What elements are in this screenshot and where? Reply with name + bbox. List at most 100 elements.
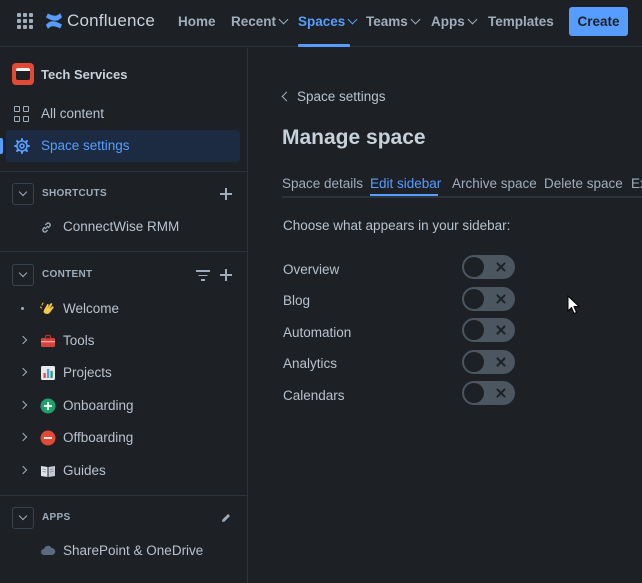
sidebar-options-prompt: Choose what appears in your sidebar: — [283, 218, 511, 233]
top-navigation: Confluence Home Recent Spaces Teams Apps… — [0, 0, 642, 47]
sidebar: Tech Services All content Space settings… — [0, 48, 248, 583]
chevron-right-icon[interactable] — [18, 400, 28, 410]
toggle-knob — [464, 289, 484, 309]
pencil-icon[interactable] — [220, 512, 232, 524]
nav-spaces-label: Spaces — [298, 14, 346, 29]
sidebar-item-label: Space settings — [41, 138, 130, 153]
option-label-blog: Blog — [283, 293, 311, 308]
tree-item-label: Onboarding — [63, 398, 134, 413]
shortcut-item[interactable]: ConnectWise RMM — [12, 212, 240, 242]
tree-item-label: Welcome — [63, 301, 120, 316]
nav-apps[interactable]: Apps — [431, 14, 478, 29]
app-switcher-icon[interactable] — [17, 13, 33, 29]
tree-item-label: Guides — [63, 463, 106, 478]
logo-text: Confluence — [67, 11, 156, 30]
close-icon — [495, 324, 507, 336]
chevron-right-icon[interactable] — [18, 335, 28, 345]
cloud-icon — [41, 545, 56, 555]
tree-item-label: Projects — [63, 365, 112, 380]
nav-templates-label: Templates — [488, 14, 554, 29]
nav-recent-label: Recent — [231, 14, 277, 29]
overview-toggle[interactable] — [462, 255, 515, 279]
tree-item-offboarding[interactable]: Offboarding — [12, 423, 240, 453]
create-button[interactable]: Create — [569, 7, 628, 36]
waving-hand-icon — [40, 302, 54, 314]
nav-home[interactable]: Home — [178, 14, 216, 29]
divider — [0, 495, 248, 496]
nav-teams[interactable]: Teams — [366, 14, 421, 29]
link-icon — [42, 222, 51, 233]
back-link-label: Space settings — [297, 89, 386, 104]
chevron-down-icon — [467, 14, 478, 25]
chevron-right-icon[interactable] — [18, 432, 28, 442]
nav-templates[interactable]: Templates — [488, 14, 554, 29]
blog-toggle[interactable] — [462, 287, 515, 311]
chevron-down-icon — [410, 14, 421, 25]
content-section-header: CONTENT — [12, 264, 240, 286]
add-content-icon[interactable] — [220, 269, 232, 281]
toolbox-icon — [41, 334, 55, 347]
apps-section-header: APPS — [12, 507, 240, 529]
mouse-cursor-icon — [567, 295, 581, 315]
collapse-content-button[interactable] — [12, 264, 34, 286]
tab-export[interactable]: Ex — [631, 176, 642, 191]
chevron-left-icon — [281, 91, 292, 102]
nav-teams-label: Teams — [366, 14, 408, 29]
chevron-down-icon — [278, 14, 289, 25]
close-icon — [495, 293, 507, 305]
toggle-knob — [464, 352, 484, 372]
grid-icon — [14, 106, 30, 122]
gear-icon — [14, 138, 30, 154]
collapse-shortcuts-button[interactable] — [12, 183, 34, 205]
analytics-toggle[interactable] — [462, 350, 515, 374]
bullet-icon — [21, 307, 24, 310]
back-to-space-settings-link[interactable]: Space settings — [280, 89, 386, 104]
tree-item-label: Tools — [63, 333, 95, 348]
space-avatar-icon[interactable] — [12, 63, 34, 85]
chevron-down-icon — [347, 14, 358, 25]
tree-item-guides[interactable]: Guides — [12, 456, 240, 486]
chevron-right-icon[interactable] — [18, 367, 28, 377]
space-name[interactable]: Tech Services — [41, 67, 127, 82]
tree-item-projects[interactable]: Projects — [12, 358, 240, 388]
book-icon — [41, 466, 55, 477]
option-label-calendars: Calendars — [283, 388, 345, 403]
toggle-knob — [464, 383, 484, 403]
active-tab-indicator — [370, 194, 438, 196]
confluence-logo[interactable]: Confluence — [45, 11, 155, 31]
shortcuts-section-header: SHORTCUTS — [12, 183, 240, 205]
nav-home-label: Home — [178, 14, 216, 29]
tab-edit-sidebar[interactable]: Edit sidebar — [370, 176, 441, 191]
section-title: SHORTCUTS — [42, 188, 107, 199]
add-shortcut-icon[interactable] — [220, 188, 232, 200]
sidebar-item-all-content[interactable]: All content — [6, 98, 240, 130]
red-minus-icon — [40, 430, 56, 446]
tree-item-onboarding[interactable]: Onboarding — [12, 391, 240, 421]
tab-archive-space[interactable]: Archive space — [452, 176, 537, 191]
filter-icon[interactable] — [196, 270, 210, 281]
option-label-automation: Automation — [283, 325, 352, 340]
calendars-toggle[interactable] — [462, 381, 515, 405]
section-title: CONTENT — [42, 269, 93, 280]
collapse-apps-button[interactable] — [12, 507, 34, 529]
section-title: APPS — [42, 512, 71, 523]
toggle-knob — [464, 320, 484, 340]
tree-item-tools[interactable]: Tools — [12, 326, 240, 356]
chevron-right-icon[interactable] — [18, 465, 28, 475]
app-item-sharepoint[interactable]: SharePoint & OneDrive — [12, 536, 240, 566]
page-title: Manage space — [282, 126, 426, 149]
selected-indicator — [0, 138, 3, 154]
tree-item-welcome[interactable]: Welcome — [12, 294, 240, 324]
divider — [0, 171, 248, 172]
close-icon — [495, 356, 507, 368]
toggle-knob — [464, 257, 484, 277]
close-icon — [495, 387, 507, 399]
sidebar-item-space-settings[interactable]: Space settings — [0, 130, 240, 162]
automation-toggle[interactable] — [462, 318, 515, 342]
close-icon — [495, 261, 507, 273]
green-plus-icon — [40, 398, 56, 414]
nav-spaces[interactable]: Spaces — [298, 14, 358, 29]
nav-recent[interactable]: Recent — [231, 14, 289, 29]
tab-space-details[interactable]: Space details — [282, 176, 363, 191]
tab-delete-space[interactable]: Delete space — [544, 176, 623, 191]
